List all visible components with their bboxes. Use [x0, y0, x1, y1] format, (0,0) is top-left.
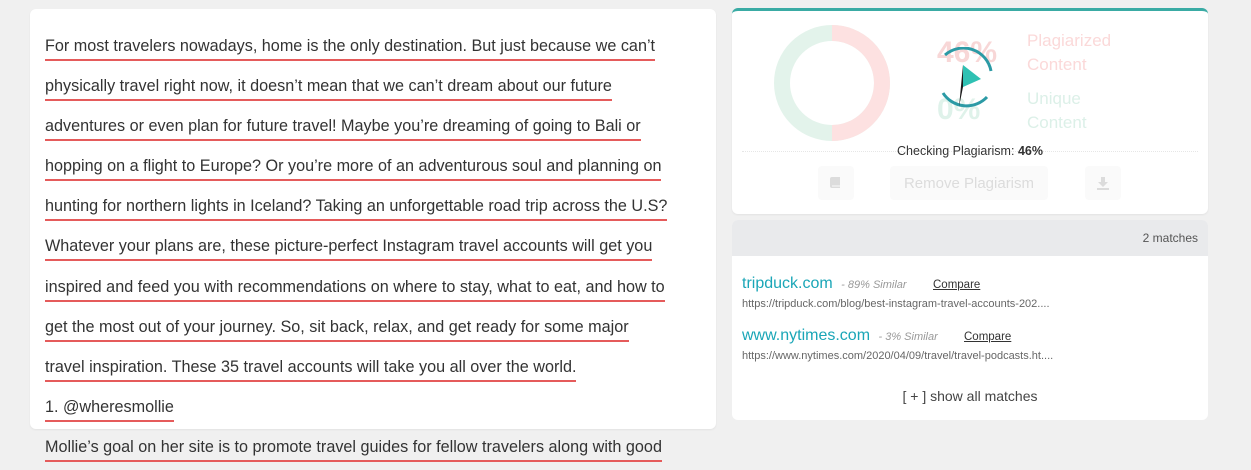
unique-label-line2: Content — [1027, 113, 1087, 132]
checking-status: Checking Plagiarism: 46% — [732, 144, 1208, 158]
loading-spinner-icon — [941, 47, 993, 108]
plagiarized-label-line2: Content — [1027, 55, 1087, 74]
checking-value: 46% — [1017, 144, 1043, 158]
plagiarism-donut-chart — [774, 25, 890, 141]
plagiarized-label: Plagiarized Content — [1027, 29, 1111, 77]
compare-link[interactable]: Compare — [964, 331, 1011, 343]
donut-plagiarized-segment — [831, 25, 890, 141]
article-line: hopping on a flight to Europe? Or you’re… — [45, 153, 662, 182]
article-panel: For most travelers nowadays, home is the… — [30, 9, 716, 462]
action-buttons: Remove Plagiarism — [732, 166, 1208, 202]
match-url[interactable]: https://www.nytimes.com/2020/04/09/trave… — [742, 350, 1053, 362]
match-similarity: - 89% Similar — [841, 279, 907, 291]
article-line: adventures or even plan for future trave… — [45, 113, 641, 142]
report-button[interactable] — [818, 166, 854, 200]
article-line: 1. @wheresmollie — [45, 394, 174, 422]
article-line: get the most out of your journey. So, si… — [45, 314, 629, 342]
match-item: www.nytimes.com - 3% Similar Compare htt… — [742, 327, 1053, 362]
checking-label: Checking Plagiarism: — [897, 144, 1015, 158]
matches-card: 2 matches tripduck.com - 89% Similar Com… — [732, 220, 1208, 420]
article-line: Whatever your plans are, these picture-p… — [45, 233, 653, 262]
article-line: travel inspiration. These 35 travel acco… — [45, 354, 577, 382]
unique-label: Unique Content — [1027, 87, 1087, 135]
matches-count: 2 matches — [1142, 231, 1198, 245]
download-button[interactable] — [1085, 166, 1121, 200]
matches-header: 2 matches — [732, 220, 1208, 256]
plagiarism-result-card: 46% 0% Plagiarized Content Unique Conten… — [732, 8, 1208, 214]
match-site-link[interactable]: tripduck.com — [742, 275, 833, 292]
download-icon — [1097, 177, 1109, 190]
article-line: hunting for northern lights in Iceland? … — [45, 193, 668, 222]
compare-link[interactable]: Compare — [933, 279, 980, 291]
remove-plagiarism-button[interactable]: Remove Plagiarism — [890, 166, 1048, 200]
match-similarity: - 3% Similar — [878, 331, 938, 343]
article-line: inspired and feed you with recommendatio… — [45, 274, 665, 302]
article-line: For most travelers nowadays, home is the… — [45, 33, 656, 61]
unique-label-line1: Unique — [1027, 89, 1081, 108]
article-text[interactable]: For most travelers nowadays, home is the… — [45, 29, 710, 470]
match-url[interactable]: https://tripduck.com/blog/best-instagram… — [742, 298, 1050, 310]
match-item: tripduck.com - 89% Similar Compare https… — [742, 275, 1050, 310]
match-site-link[interactable]: www.nytimes.com — [742, 327, 870, 344]
book-icon — [830, 177, 840, 188]
show-all-matches-link[interactable]: [ + ] show all matches — [732, 388, 1208, 404]
article-line: physically travel right now, it doesn’t … — [45, 73, 612, 102]
article-line: Mollie’s goal on her site is to promote … — [45, 434, 662, 462]
plagiarized-label-line1: Plagiarized — [1027, 31, 1112, 50]
